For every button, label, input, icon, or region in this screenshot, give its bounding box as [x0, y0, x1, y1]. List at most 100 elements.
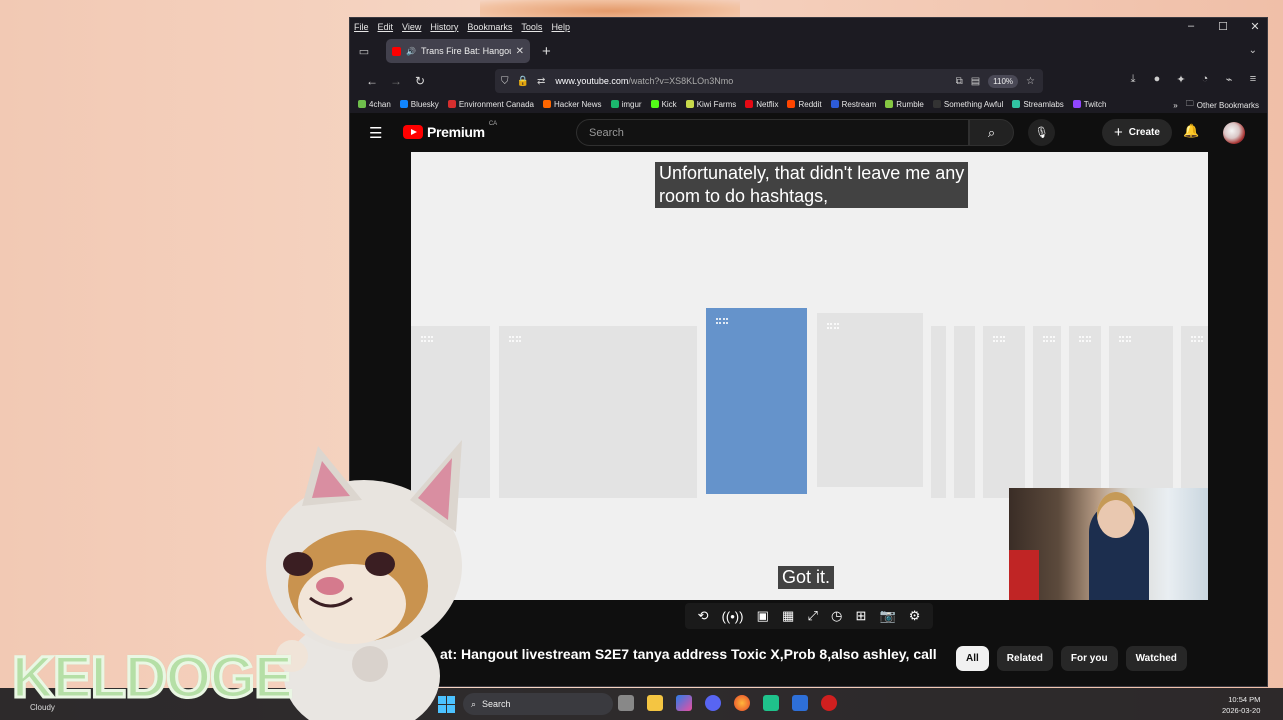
repeat-icon[interactable]: ⟲ — [698, 608, 709, 624]
reader-view-icon[interactable]: ▤ — [971, 76, 980, 87]
tab-title: Trans Fire Bat: Hangout live — [420, 46, 511, 56]
bookmark-label: Kick — [661, 99, 677, 109]
copilot-icon[interactable] — [676, 695, 692, 711]
url-text[interactable]: www.youtube.com/watch?v=XS8KLOn3Nmo — [555, 76, 947, 86]
file-explorer-icon[interactable] — [647, 695, 663, 711]
extensions-icon[interactable]: ✦ — [1175, 73, 1187, 86]
chip-related[interactable]: Related — [996, 646, 1053, 671]
minimize-button[interactable]: – — [1185, 20, 1197, 33]
bookmark-label: Hacker News — [553, 99, 602, 109]
youtube-page: ☰ Premium CA Search ⌕ 🎙 + Create 🔔 Unfor… — [350, 113, 1267, 686]
menu-bookmarks[interactable]: Bookmarks — [467, 22, 512, 32]
forward-icon[interactable]: → — [384, 74, 408, 88]
bookmark-label: Environment Canada — [458, 99, 534, 109]
menu-view[interactable]: View — [402, 22, 421, 32]
lock-icon[interactable]: 🔒 — [517, 76, 529, 87]
obs-icon[interactable] — [763, 695, 779, 711]
list-all-tabs-icon[interactable]: ⌄ — [1249, 45, 1257, 56]
new-tab-button[interactable]: + — [542, 43, 551, 60]
create-button[interactable]: + Create — [1102, 119, 1172, 146]
shield-icon[interactable]: ⛉ — [501, 76, 509, 87]
bookmark-item[interactable]: Kiwi Farms — [685, 100, 736, 109]
downloads-icon[interactable]: ⤓ — [1127, 73, 1139, 86]
bookmark-item[interactable]: Environment Canada — [447, 99, 534, 109]
sidebar-icon[interactable]: ⌁ — [1223, 73, 1235, 86]
close-window-button[interactable]: ✕ — [1249, 20, 1261, 33]
add-screen-icon[interactable]: ⊞ — [855, 608, 866, 624]
maximize-button[interactable]: ☐ — [1217, 20, 1229, 33]
bookmark-favicon — [399, 100, 408, 108]
clapper-icon[interactable]: ▦ — [782, 608, 794, 624]
notepad-icon[interactable] — [792, 695, 808, 711]
menu-tools[interactable]: Tools — [521, 22, 542, 32]
taskbar-clock[interactable]: 10:54 PM 2026-03-20 — [1222, 694, 1260, 716]
bookmark-item[interactable]: Restream — [830, 100, 876, 109]
youtube-app-icon[interactable] — [821, 695, 837, 711]
extension-cookie-icon[interactable]: ● — [1151, 73, 1163, 86]
bookmark-label: Something Awful — [943, 99, 1004, 109]
menu-edit[interactable]: Edit — [378, 22, 394, 32]
menu-file[interactable]: File — [354, 22, 369, 32]
zoom-level[interactable]: 110% — [988, 74, 1019, 88]
window-controls: – ☐ ✕ — [1185, 20, 1261, 33]
app-menu-icon[interactable]: ≡ — [1247, 73, 1259, 86]
camera-icon[interactable]: 📷 — [879, 608, 895, 624]
guide-menu-icon[interactable]: ☰ — [369, 124, 382, 142]
other-bookmarks[interactable]: 🗀 Other Bookmarks — [1186, 98, 1259, 112]
taskbar-search[interactable]: ⌕ Search — [463, 693, 613, 715]
bookmark-item[interactable]: Rumble — [885, 100, 924, 109]
speed-icon[interactable]: ◷ — [831, 608, 842, 624]
bookmark-item[interactable]: Twitch — [1072, 100, 1106, 109]
cast-icon[interactable]: ▣ — [757, 608, 769, 624]
profile-icon[interactable]: ◔ — [1199, 73, 1211, 86]
video-player[interactable]: Unfortunately, that didn't leave me any … — [411, 152, 1208, 600]
bookmarks-overflow-icon[interactable]: » — [1173, 101, 1177, 110]
tab-overview-icon[interactable]: ▭ — [356, 43, 372, 59]
discord-icon[interactable] — [705, 695, 721, 711]
close-tab-icon[interactable]: ✕ — [516, 46, 524, 57]
back-icon[interactable]: ← — [360, 74, 384, 88]
bookmark-item[interactable]: Kick — [650, 99, 677, 109]
clock-time: 10:54 PM — [1228, 695, 1261, 704]
chip-for-you[interactable]: For you — [1060, 646, 1118, 671]
bookmark-item[interactable]: Bluesky — [399, 100, 439, 109]
bookmark-item[interactable]: 4chan — [358, 100, 391, 109]
settings-icon[interactable]: ⚙ — [909, 608, 921, 624]
bookmark-item[interactable]: Hacker News — [542, 99, 602, 109]
permissions-icon[interactable]: ⇄ — [537, 76, 545, 87]
chip-watched[interactable]: Watched — [1125, 646, 1187, 671]
caption-line: Unfortunately, that didn't leave me any — [659, 163, 965, 183]
firefox-icon[interactable] — [734, 695, 750, 711]
broadcast-icon[interactable]: ((•)) — [722, 609, 744, 624]
bookmark-label: Rumble — [896, 99, 924, 109]
speaker-icon[interactable]: 🔊 — [406, 47, 416, 56]
bookmark-label: Netflix — [756, 99, 779, 109]
bookmark-favicon — [542, 100, 551, 108]
voice-search-button[interactable]: 🎙 — [1028, 119, 1055, 146]
avatar[interactable] — [1223, 122, 1245, 144]
reload-icon[interactable]: ↻ — [408, 74, 432, 88]
task-view-icon[interactable] — [618, 695, 634, 711]
search-input[interactable]: Search — [576, 119, 969, 146]
search-button[interactable]: ⌕ — [969, 119, 1014, 146]
video-title: at: Hangout livestream S2E7 tanya addres… — [440, 646, 937, 662]
address-bar[interactable]: ⛉ 🔒 ⇄ www.youtube.com/watch?v=XS8KLOn3Nm… — [495, 69, 1043, 93]
bookmark-label: 4chan — [369, 99, 391, 109]
bookmark-favicon — [685, 100, 694, 108]
bookmark-item[interactable]: Netflix — [745, 100, 778, 109]
bookmark-item[interactable]: Something Awful — [932, 99, 1004, 109]
picture-in-picture-icon[interactable]: ⧉ — [956, 76, 963, 87]
bookmark-item[interactable]: imgur — [610, 100, 642, 109]
resize-icon[interactable]: ⤢ — [807, 608, 817, 624]
menu-history[interactable]: History — [430, 22, 458, 32]
bookmarks-right: » 🗀 Other Bookmarks — [1173, 98, 1259, 112]
bookmark-item[interactable]: Reddit — [787, 100, 822, 109]
notifications-bell-icon[interactable]: 🔔 — [1183, 123, 1199, 139]
tab-youtube[interactable]: 🔊 Trans Fire Bat: Hangout live ✕ — [386, 39, 530, 63]
chip-all[interactable]: All — [956, 646, 989, 671]
bookmark-star-icon[interactable]: ☆ — [1026, 76, 1035, 87]
filter-chips: All Related For you Watched — [956, 646, 1187, 671]
menu-help[interactable]: Help — [551, 22, 570, 32]
youtube-premium-logo[interactable]: Premium CA — [403, 121, 497, 140]
bookmark-item[interactable]: Streamlabs — [1012, 100, 1064, 109]
